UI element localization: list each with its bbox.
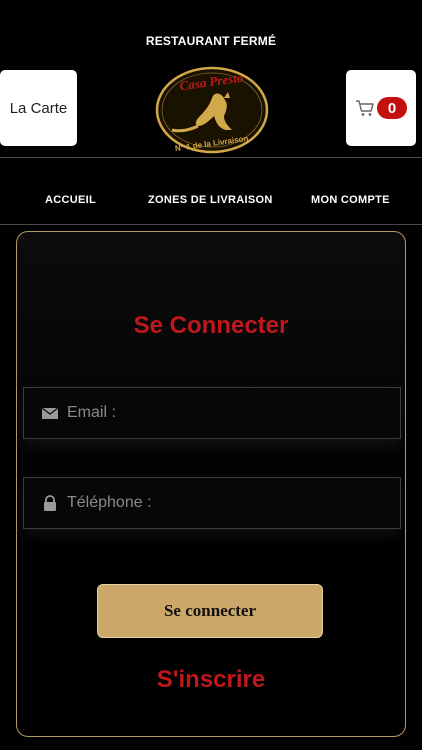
divider bbox=[0, 224, 422, 225]
email-input[interactable] bbox=[65, 403, 369, 423]
app-screen: RESTAURANT FERMÉ La Carte Casa Presto N°… bbox=[0, 0, 422, 750]
nav-item-zones-de-livraison[interactable]: ZONES DE LIVRAISON bbox=[148, 194, 273, 206]
login-button[interactable]: Se connecter bbox=[97, 584, 323, 638]
lock-icon bbox=[44, 495, 56, 511]
email-field[interactable] bbox=[23, 387, 401, 439]
cart-icon bbox=[356, 100, 374, 116]
register-link[interactable]: S'inscrire bbox=[0, 666, 422, 694]
casa-presto-logo[interactable]: Casa Presto N° 1 de la Livraison bbox=[154, 58, 270, 158]
main-nav: ACCUEIL ZONES DE LIVRAISON MON COMPTE bbox=[0, 194, 422, 210]
nav-item-accueil[interactable]: ACCUEIL bbox=[45, 194, 96, 206]
cart-count-badge: 0 bbox=[377, 97, 407, 119]
phone-field[interactable] bbox=[23, 477, 401, 529]
nav-item-mon-compte[interactable]: MON COMPTE bbox=[311, 194, 390, 206]
restaurant-status: RESTAURANT FERMÉ bbox=[145, 34, 277, 48]
envelope-icon bbox=[41, 407, 59, 419]
login-title: Se Connecter bbox=[133, 312, 289, 339]
divider bbox=[0, 157, 422, 158]
cart-button[interactable]: 0 bbox=[346, 70, 416, 146]
phone-input[interactable] bbox=[65, 493, 369, 513]
menu-button[interactable]: La Carte bbox=[0, 70, 77, 146]
